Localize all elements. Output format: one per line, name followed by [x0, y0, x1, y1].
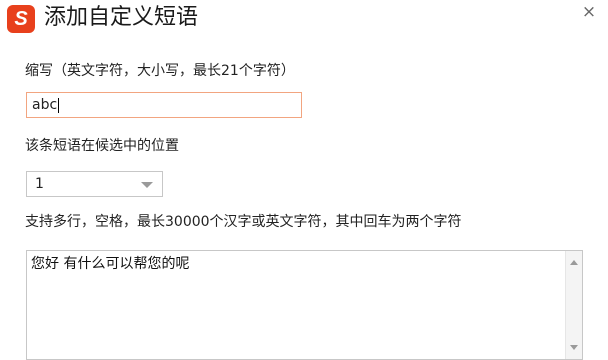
content-value: 您好 有什么可以帮您的呢 — [31, 256, 190, 272]
scroll-down-arrow-icon[interactable] — [570, 345, 578, 350]
dialog-title: 添加自定义短语 — [44, 5, 199, 30]
scroll-up-arrow-icon[interactable] — [570, 260, 578, 265]
content-textarea[interactable]: 您好 有什么可以帮您的呢 — [26, 250, 583, 360]
text-caret — [58, 97, 60, 113]
abbreviation-value: abc — [32, 97, 58, 113]
vertical-scrollbar[interactable] — [565, 251, 582, 359]
content-label: 支持多行，空格，最长30000个汉字或英文字符，其中回车为两个字符 — [25, 214, 462, 230]
sogou-logo-icon: S — [7, 5, 35, 33]
position-label: 该条短语在候选中的位置 — [25, 138, 179, 154]
position-selected-value: 1 — [35, 176, 44, 192]
close-icon[interactable]: × — [580, 3, 598, 21]
chevron-down-icon[interactable] — [141, 182, 153, 188]
position-dropdown[interactable]: 1 — [26, 171, 163, 197]
abbreviation-input[interactable]: abc — [26, 92, 302, 118]
abbreviation-label: 缩写（英文字符，大小写，最长21个字符） — [25, 63, 295, 79]
